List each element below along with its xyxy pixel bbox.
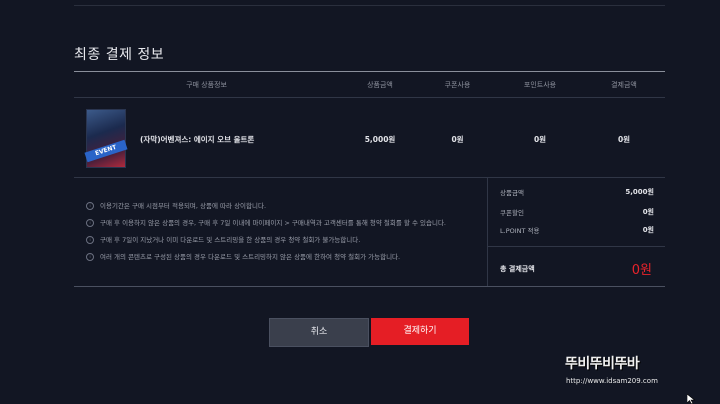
product-poster: EVENT bbox=[84, 109, 128, 168]
summary-total-value: 0원 bbox=[631, 263, 652, 278]
header-price: 상품금액 bbox=[367, 81, 393, 89]
summary-price-value: 5,000원 bbox=[625, 188, 654, 196]
header-points: 포인트사용 bbox=[523, 81, 557, 89]
info-icon: i bbox=[86, 219, 94, 227]
watermark-url: http://www.idsam209.com bbox=[566, 377, 658, 385]
summary-point-label: L.POINT 적용 bbox=[500, 227, 540, 235]
header-coupon: 쿠폰사용 bbox=[444, 81, 471, 89]
header-payment: 결제금액 bbox=[611, 81, 637, 89]
mouse-cursor-icon bbox=[687, 394, 696, 404]
notice-item: i 구매 후 이용하지 않은 상품의 경우, 구매 후 7일 이내에 마이페이지 … bbox=[86, 217, 446, 227]
cancel-button[interactable]: 취소 bbox=[269, 318, 369, 347]
product-name: (자막)어벤져스: 에이지 오브 울트론 bbox=[140, 135, 255, 144]
info-icon: i bbox=[86, 253, 94, 261]
summary-price-label: 상품금액 bbox=[500, 189, 524, 197]
summary-divider bbox=[487, 178, 488, 286]
header-divider bbox=[74, 97, 665, 98]
poster-event-badge: EVENT bbox=[94, 143, 118, 158]
summary-coupon-value: 0원 bbox=[642, 208, 654, 216]
top-divider bbox=[74, 5, 665, 6]
product-price: 5,000원 bbox=[364, 135, 396, 144]
info-icon: i bbox=[86, 236, 94, 244]
notice-item: i 구매 후 7일이 지났거나 이미 다운로드 및 스트리밍을 한 상품의 경우 … bbox=[86, 234, 360, 244]
table-bottom-border bbox=[74, 286, 665, 287]
product-points: 0원 bbox=[533, 135, 547, 144]
product-coupon: 0원 bbox=[451, 135, 464, 144]
info-icon: i bbox=[86, 202, 94, 210]
product-payment: 0원 bbox=[617, 135, 631, 144]
summary-total-label: 총 결제금액 bbox=[500, 265, 535, 273]
notice-item: i 여러 개의 콘텐츠로 구성된 상품의 경우 다운로드 및 스트리밍하지 않은 … bbox=[86, 251, 400, 261]
watermark-logo: 뚜비뚜비뚜바 bbox=[565, 356, 640, 372]
summary-total-divider bbox=[488, 246, 665, 247]
row-divider bbox=[74, 177, 665, 178]
section-title: 최종 결제 정보 bbox=[74, 47, 165, 63]
summary-coupon-label: 쿠폰할인 bbox=[500, 209, 524, 217]
table-top-border bbox=[74, 71, 665, 72]
notice-item: i 이용기간은 구매 시점부터 적용되며, 상품에 따라 상이합니다. bbox=[86, 200, 266, 210]
summary-point-value: 0원 bbox=[642, 226, 654, 234]
pay-button[interactable]: 결제하기 bbox=[371, 318, 469, 345]
header-product: 구매 상품정보 bbox=[186, 81, 227, 89]
